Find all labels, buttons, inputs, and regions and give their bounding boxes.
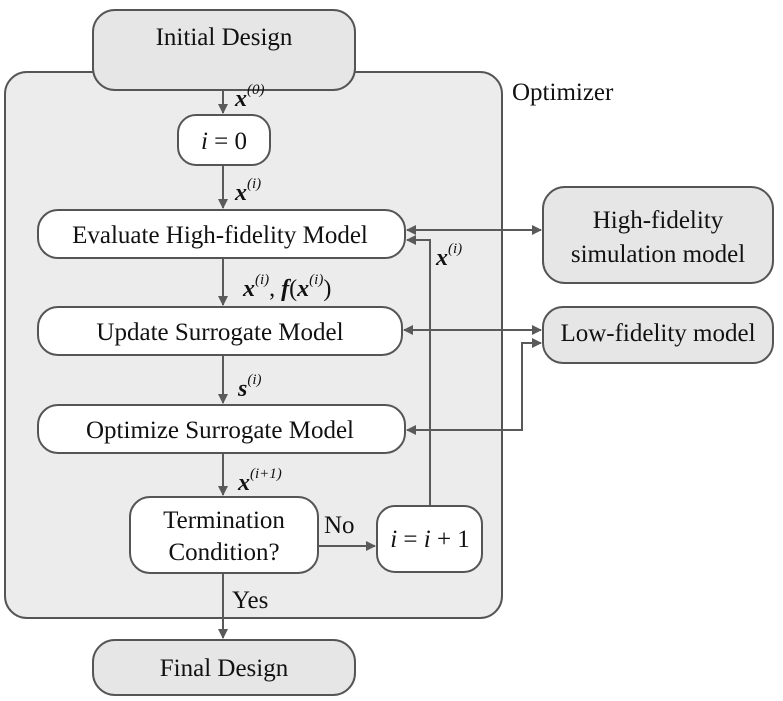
evaluate-high-fidelity-node: Evaluate High-fidelity Model <box>37 209 406 259</box>
update-surrogate-node: Update Surrogate Model <box>37 306 403 356</box>
final-design-node: Final Design <box>92 639 356 696</box>
svg-text:Final Design: Final Design <box>160 655 289 682</box>
svg-text:Optimize Surrogate Model: Optimize Surrogate Model <box>86 417 354 444</box>
initial-design-node: Initial Design <box>92 9 356 91</box>
svg-text:Low-fidelity model: Low-fidelity model <box>560 320 755 347</box>
svg-text:simulation model: simulation model <box>571 241 745 268</box>
svg-text:i = 0: i = 0 <box>201 128 247 155</box>
low-fidelity-model-node: Low-fidelity model <box>542 306 774 364</box>
svg-text:Termination: Termination <box>163 507 285 534</box>
termination-condition-node: Termination Condition? <box>129 496 319 574</box>
svg-text:Update Surrogate Model: Update Surrogate Model <box>96 319 343 346</box>
high-fidelity-simulation-node: High-fidelity simulation model <box>542 186 774 284</box>
init-counter-node: i = 0 <box>177 114 271 166</box>
svg-text:Condition?: Condition? <box>168 539 279 566</box>
optimization-flowchart: Optimizer Initial Design i = 0 Evaluate … <box>4 9 774 696</box>
increment-counter-node: i = i + 1 <box>376 505 483 573</box>
svg-text:i = i + 1: i = i + 1 <box>390 526 470 553</box>
optimize-surrogate-node: Optimize Surrogate Model <box>37 404 406 454</box>
svg-text:Initial Design: Initial Design <box>156 24 293 51</box>
svg-text:Evaluate High-fidelity Model: Evaluate High-fidelity Model <box>72 222 368 249</box>
svg-text:High-fidelity: High-fidelity <box>593 207 724 234</box>
label-yes: Yes <box>232 587 268 614</box>
optimizer-label: Optimizer <box>512 79 614 106</box>
label-no: No <box>324 512 355 539</box>
